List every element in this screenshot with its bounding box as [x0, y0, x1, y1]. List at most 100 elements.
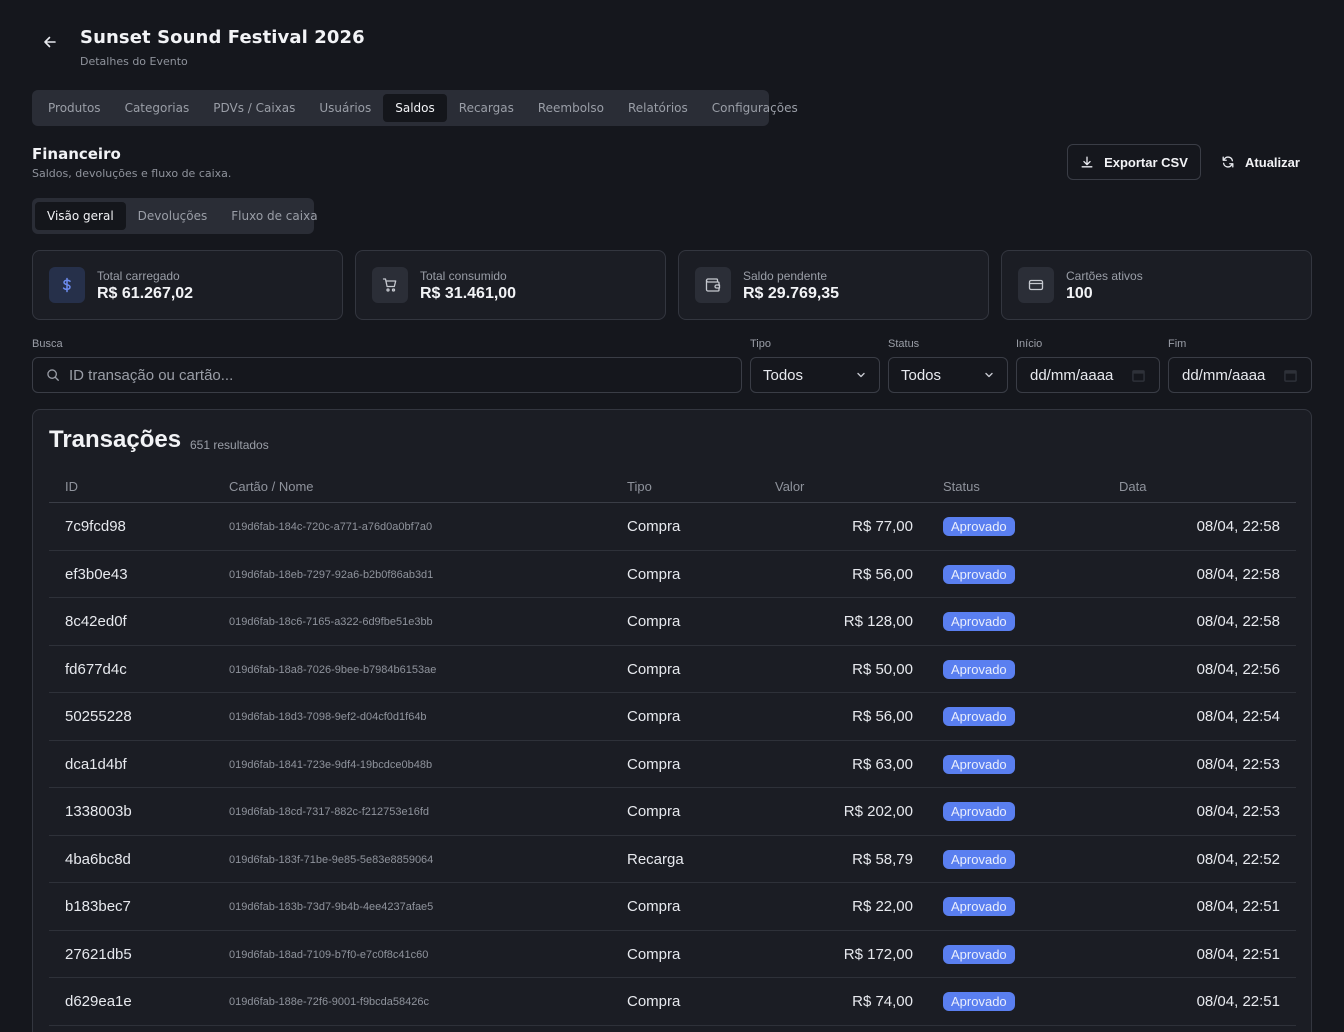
- transaction-amount: R$ 128,00: [843, 613, 913, 630]
- tab-recargas[interactable]: Recargas: [447, 94, 526, 122]
- transaction-date: 08/04, 22:52: [1196, 850, 1280, 868]
- transaction-type: Compra: [627, 755, 681, 773]
- search-icon: [47, 369, 59, 381]
- stat-value: R$ 61.267,02: [97, 285, 194, 302]
- search-field[interactable]: [32, 357, 742, 393]
- tab-categorias[interactable]: Categorias: [113, 94, 202, 122]
- transaction-amount: R$ 56,00: [852, 708, 913, 725]
- transaction-id: 4ba6bc8d: [65, 850, 131, 868]
- fim-date-input[interactable]: dd/mm/aaaa: [1168, 357, 1312, 393]
- export-csv-label: Exportar CSV: [1104, 154, 1188, 170]
- tipo-label: Tipo: [750, 338, 771, 350]
- status-badge: Aprovado: [943, 754, 1015, 774]
- chevron-down-icon: [857, 372, 865, 378]
- tipo-select[interactable]: Todos: [750, 357, 880, 393]
- table-body: 7c9fcd98 019d6fab-184c-720c-a771-a76d0a0b…: [49, 503, 1296, 1026]
- inicio-date-value: dd/mm/aaaa: [1030, 366, 1114, 384]
- search-label: Busca: [32, 338, 63, 350]
- table-title: Transações: [49, 426, 182, 453]
- transaction-type: Compra: [627, 708, 681, 725]
- back-button[interactable]: [38, 30, 62, 54]
- transaction-date: 08/04, 22:56: [1196, 660, 1280, 678]
- credit-card-icon: [1018, 267, 1054, 303]
- main-tab-bar: Produtos Categorias PDVs / Caixas Usuári…: [32, 90, 798, 126]
- section-subtitle: Saldos, devoluções e fluxo de caixa.: [32, 167, 232, 180]
- subtab-visao-geral[interactable]: Visão geral: [35, 202, 126, 230]
- card-id: 019d6fab-1841-723e-9df4-19bcdce0b48b: [229, 758, 433, 771]
- table-row[interactable]: dca1d4bf 019d6fab-1841-723e-9df4-19bcdce0…: [49, 741, 1296, 788]
- arrow-left-icon: [44, 36, 56, 48]
- transaction-type: Recarga: [627, 850, 684, 868]
- stat-value: 100: [1066, 285, 1093, 302]
- transaction-type: Compra: [627, 945, 681, 963]
- subtab-devolucoes[interactable]: Devoluções: [126, 202, 220, 230]
- section-title: Financeiro: [32, 145, 121, 163]
- transaction-id: 8c42ed0f: [65, 613, 127, 630]
- status-badge: Aprovado: [943, 802, 1015, 821]
- transaction-id: 50255228: [65, 708, 132, 725]
- results-count: 651 resultados: [190, 438, 269, 452]
- refresh-button[interactable]: Atualizar: [1209, 144, 1312, 180]
- table-row[interactable]: 50255228 019d6fab-18d3-7098-9ef2-d04cf0d1…: [49, 693, 1296, 741]
- inicio-date-input[interactable]: dd/mm/aaaa: [1016, 357, 1160, 393]
- tab-pdvs-caixas[interactable]: PDVs / Caixas: [201, 94, 307, 122]
- transaction-type: Compra: [627, 993, 681, 1010]
- status-badge: Aprovado: [943, 944, 1015, 964]
- transaction-type: Compra: [627, 660, 681, 678]
- tab-relatorios[interactable]: Relatórios: [616, 94, 700, 122]
- inicio-label: Início: [1016, 338, 1043, 350]
- status-select-value: Todos: [901, 366, 942, 384]
- transaction-type: Compra: [627, 898, 681, 915]
- transaction-amount: R$ 77,00: [852, 518, 913, 535]
- transaction-id: 27621db5: [65, 945, 132, 963]
- stat-card-cartoes-ativos: Cartões ativos 100: [1001, 250, 1312, 320]
- table-row[interactable]: 27621db5 019d6fab-18ad-7109-b7f0-e7c0f8c4…: [49, 931, 1296, 978]
- status-badge: Aprovado: [943, 849, 1015, 869]
- sub-tab-bar: Visão geral Devoluções Fluxo de caixa: [32, 198, 318, 234]
- col-valor: Valor: [775, 479, 805, 494]
- transaction-date: 08/04, 22:51: [1196, 945, 1280, 963]
- transaction-date: 08/04, 22:58: [1196, 613, 1280, 630]
- card-id: 019d6fab-184c-720c-a771-a76d0a0bf7a0: [229, 521, 433, 533]
- transaction-amount: R$ 58,79: [852, 850, 913, 868]
- transaction-id: b183bec7: [65, 898, 131, 915]
- transaction-amount: R$ 56,00: [852, 565, 913, 583]
- table-row[interactable]: b183bec7 019d6fab-183b-73d7-9b4b-4ee4237a…: [49, 883, 1296, 931]
- table-row[interactable]: ef3b0e43 019d6fab-18eb-7297-92a6-b2b0f86a…: [49, 551, 1296, 598]
- stat-value: R$ 29.769,35: [743, 285, 840, 302]
- subtab-fluxo-de-caixa[interactable]: Fluxo de caixa: [219, 202, 329, 230]
- table-row[interactable]: 1338003b 019d6fab-18cd-7317-882c-f212753e…: [49, 788, 1296, 836]
- status-select[interactable]: Todos: [888, 357, 1008, 393]
- tipo-select-value: Todos: [763, 366, 804, 384]
- tab-usuarios[interactable]: Usuários: [307, 94, 383, 122]
- table-row[interactable]: 8c42ed0f 019d6fab-18c6-7165-a322-6d9fbe51…: [49, 598, 1296, 646]
- status-badge: Aprovado: [943, 517, 1015, 536]
- transaction-id: ef3b0e43: [65, 565, 128, 583]
- transaction-id: 1338003b: [65, 803, 132, 820]
- tab-reembolso[interactable]: Reembolso: [526, 94, 616, 122]
- table-row[interactable]: 4ba6bc8d 019d6fab-183f-71be-9e85-5e83e885…: [49, 836, 1296, 883]
- dollar-icon: [49, 267, 85, 303]
- transaction-id: fd677d4c: [65, 660, 127, 678]
- calendar-icon: [1284, 369, 1297, 382]
- transaction-id: dca1d4bf: [65, 755, 127, 773]
- calendar-icon: [1132, 369, 1145, 382]
- table-row[interactable]: 7c9fcd98 019d6fab-184c-720c-a771-a76d0a0b…: [49, 503, 1296, 551]
- transaction-date: 08/04, 22:51: [1196, 898, 1280, 915]
- stat-value: R$ 31.461,00: [420, 285, 517, 302]
- tab-produtos[interactable]: Produtos: [36, 94, 113, 122]
- card-id: 019d6fab-18cd-7317-882c-f212753e16fd: [229, 806, 429, 818]
- refresh-icon: [1222, 156, 1234, 168]
- search-input[interactable]: [69, 366, 709, 384]
- download-icon: [1081, 156, 1093, 168]
- export-csv-button[interactable]: Exportar CSV: [1067, 144, 1201, 180]
- stat-label: Saldo pendente: [743, 269, 828, 283]
- transaction-date: 08/04, 22:58: [1196, 565, 1280, 583]
- transaction-date: 08/04, 22:54: [1196, 708, 1280, 725]
- table-row[interactable]: d629ea1e 019d6fab-188e-72f6-9001-f9bcda58…: [49, 978, 1296, 1026]
- tab-configuracoes[interactable]: Configurações: [700, 94, 810, 122]
- tab-saldos[interactable]: Saldos: [383, 94, 447, 122]
- stat-label: Total carregado: [97, 269, 180, 283]
- status-badge: Aprovado: [943, 992, 1015, 1011]
- table-row[interactable]: fd677d4c 019d6fab-18a8-7026-9bee-b7984b61…: [49, 646, 1296, 693]
